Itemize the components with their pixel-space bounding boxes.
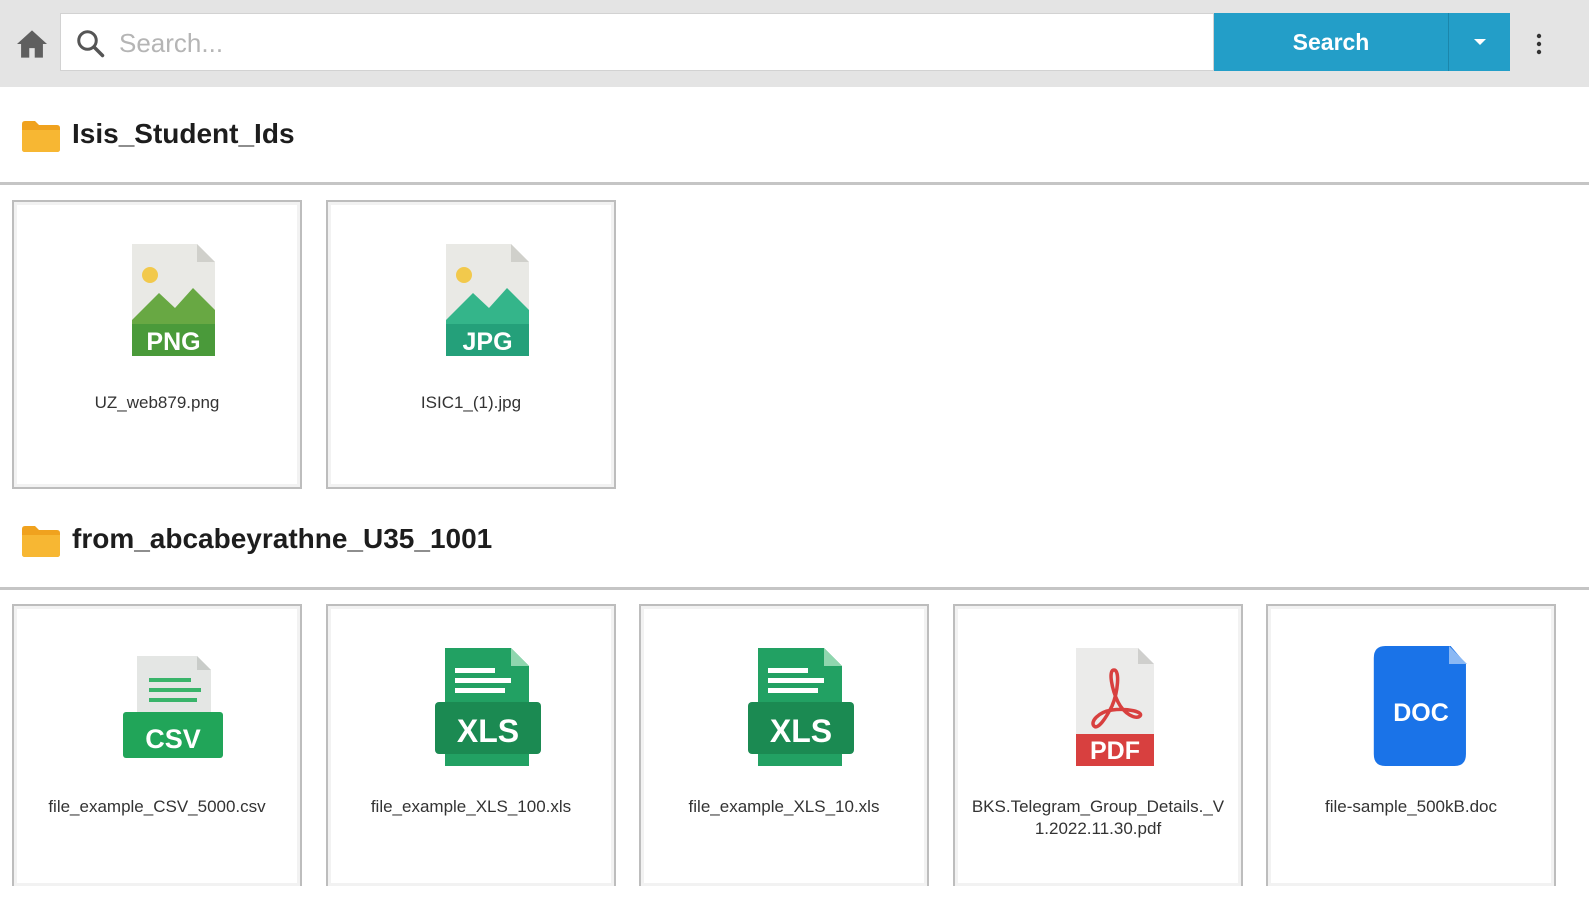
home-button[interactable]: [14, 26, 50, 62]
toolbar: Search: [0, 0, 1589, 87]
file-name: file-sample_500kB.doc: [1325, 797, 1497, 816]
file-card[interactable]: DOC file-sample_500kB.doc: [1266, 604, 1556, 886]
svg-text:CSV: CSV: [145, 724, 201, 754]
folder-name: Isis_Student_Ids: [72, 118, 295, 149]
svg-text:JPG: JPG: [462, 328, 512, 356]
search-icon: [77, 30, 105, 58]
file-card[interactable]: PNG UZ_web879.png: [12, 200, 302, 489]
file-card[interactable]: XLS file_example_XLS_100.xls: [326, 604, 616, 886]
file-card[interactable]: XLS file_example_XLS_10.xls: [639, 604, 929, 886]
jpg-file-icon: JPG: [446, 244, 529, 356]
file-card[interactable]: PDF BKS.Telegram_Group_Details._V1.2022.…: [953, 604, 1243, 886]
csv-file-icon: CSV: [123, 656, 223, 758]
svg-text:PDF: PDF: [1090, 737, 1140, 765]
folder-header[interactable]: Isis_Student_Ids: [0, 108, 1589, 168]
file-name: file_example_CSV_5000.csv: [48, 797, 266, 816]
folder-divider: [0, 182, 1589, 185]
more-options-button[interactable]: [1528, 26, 1550, 62]
file-card[interactable]: CSV file_example_CSV_5000.csv: [12, 604, 302, 886]
png-file-icon: PNG: [132, 244, 215, 356]
pdf-file-icon: PDF: [1076, 648, 1154, 766]
folder-icon: [22, 121, 60, 152]
xls-file-icon: XLS: [748, 648, 854, 766]
svg-text:XLS: XLS: [457, 713, 519, 749]
svg-text:XLS: XLS: [770, 713, 832, 749]
file-name: BKS.Telegram_Group_Details._V1.2022.11.3…: [971, 797, 1225, 838]
svg-text:PNG: PNG: [146, 328, 200, 356]
file-name: UZ_web879.png: [94, 393, 220, 412]
search-box: [60, 13, 1214, 71]
svg-text:DOC: DOC: [1393, 699, 1449, 727]
folder-icon: [22, 526, 60, 557]
search-button[interactable]: Search: [1214, 13, 1448, 71]
xls-file-icon: XLS: [435, 648, 541, 766]
search-input[interactable]: [117, 22, 1201, 64]
caret-down-icon: [1473, 39, 1486, 45]
file-name: file_example_XLS_10.xls: [688, 797, 880, 816]
home-icon: [17, 30, 47, 58]
search-options-dropdown[interactable]: [1449, 13, 1510, 71]
folder-divider: [0, 587, 1589, 590]
doc-file-icon: DOC: [1373, 646, 1467, 766]
folder-header[interactable]: from_abcabeyrathne_U35_1001: [0, 513, 1589, 573]
file-card[interactable]: JPG ISIC1_(1).jpg: [326, 200, 616, 489]
file-name: ISIC1_(1).jpg: [420, 393, 522, 412]
more-vert-icon: [1536, 33, 1542, 55]
file-name: file_example_XLS_100.xls: [370, 797, 572, 816]
folder-name: from_abcabeyrathne_U35_1001: [72, 523, 493, 554]
